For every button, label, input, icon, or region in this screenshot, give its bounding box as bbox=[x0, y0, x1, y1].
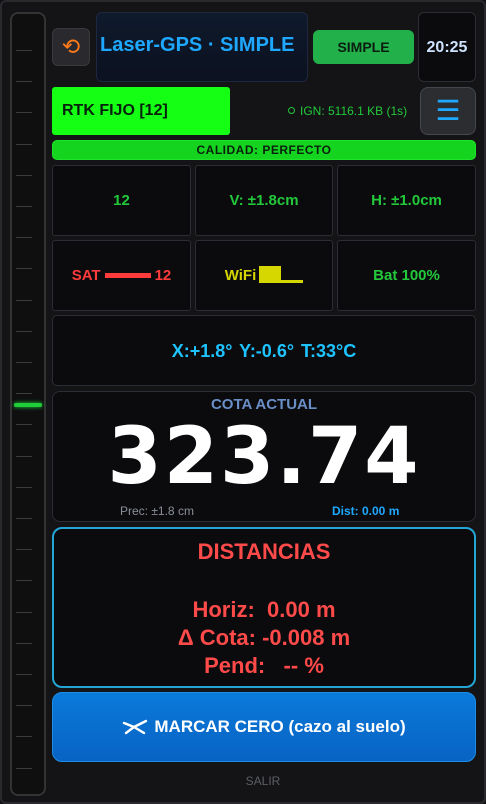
vertical-precision-cell: V: ±1.8cm bbox=[195, 165, 333, 236]
sat-value: 12 bbox=[154, 267, 172, 284]
gauge-tick bbox=[16, 674, 32, 675]
gauge-tick bbox=[16, 206, 32, 207]
exit-link[interactable]: SALIR bbox=[0, 774, 486, 788]
rtk-status-badge: RTK FIJO [12] bbox=[52, 87, 230, 135]
cota-precision: Prec: ±1.8 cm bbox=[120, 504, 194, 518]
clock: 20:25 bbox=[418, 12, 476, 82]
battery-cell: Bat 100% bbox=[337, 240, 476, 311]
gauge-tick bbox=[16, 424, 32, 426]
gauge-tick bbox=[16, 393, 32, 395]
gauge-tick bbox=[16, 81, 32, 83]
cota-panel: COTA ACTUAL 323.74 Prec: ±1.8 cm Dist: 0… bbox=[52, 391, 476, 522]
vertical-precision: V: ±1.8cm bbox=[229, 192, 299, 209]
gauge-tick bbox=[16, 330, 32, 332]
horizontal-distance: Horiz: 0.00 m bbox=[192, 597, 336, 622]
wifi-cell: WiFi bbox=[195, 240, 333, 311]
menu-button[interactable]: ☰ bbox=[420, 87, 476, 135]
ign-text: IGN: 5116.1 KB (1s) bbox=[300, 104, 408, 118]
gauge-tick bbox=[16, 112, 32, 114]
tilt-readout: X:+1.8° Y:-0.6° T:33°C bbox=[52, 315, 476, 386]
cota-distance: Dist: 0.00 m bbox=[332, 504, 400, 518]
level-gauge bbox=[10, 12, 46, 796]
quality-bar: CALIDAD: PERFECTO bbox=[52, 140, 476, 160]
gauge-tick bbox=[16, 50, 32, 51]
sat-signal-cell: SAT 12 bbox=[52, 240, 191, 311]
sat-label: SAT bbox=[71, 267, 101, 284]
gauge-tick bbox=[16, 143, 32, 145]
gauge-tick bbox=[16, 299, 32, 301]
wifi-signal-empty bbox=[281, 280, 304, 283]
gauge-tick bbox=[16, 174, 32, 176]
gauge-tick bbox=[16, 237, 32, 239]
cota-value: 323.74 bbox=[107, 412, 421, 502]
gauge-tick bbox=[16, 268, 32, 270]
gauge-tick bbox=[16, 486, 32, 488]
gauge-tick bbox=[16, 518, 32, 519]
hamburger-menu-icon: ☰ bbox=[435, 95, 461, 126]
wifi-label: WiFi bbox=[224, 267, 257, 284]
slope: Pend: -- % bbox=[204, 653, 324, 678]
delta-cota: Δ Cota: -0.008 m bbox=[177, 625, 351, 650]
gauge-tick bbox=[16, 705, 32, 707]
gauge-tick bbox=[16, 767, 32, 769]
refresh-icon: ⟲ bbox=[61, 34, 81, 59]
wifi-signal-icon bbox=[259, 266, 282, 283]
ign-status: IGN: 5116.1 KB (1s) bbox=[288, 104, 407, 118]
satellites-cell: 12 bbox=[52, 165, 191, 236]
gauge-tick bbox=[16, 362, 32, 363]
mode-button[interactable]: SIMPLE bbox=[313, 30, 414, 64]
excavator-bucket-icon bbox=[123, 719, 148, 735]
gauge-tick bbox=[16, 611, 32, 613]
mark-zero-label: MARCAR CERO (cazo al suelo) bbox=[154, 717, 406, 736]
level-indicator bbox=[14, 403, 42, 407]
battery-level: Bat 100% bbox=[373, 267, 440, 284]
distances-panel: DISTANCIAS Horiz: 0.00 m Δ Cota: -0.008 … bbox=[52, 527, 476, 688]
satellites-count: 12 bbox=[113, 192, 130, 209]
gauge-tick bbox=[16, 455, 32, 457]
sat-signal-bar bbox=[104, 273, 151, 278]
gauge-tick bbox=[16, 580, 32, 582]
cota-label: COTA ACTUAL bbox=[210, 396, 318, 413]
status-dot-icon bbox=[288, 107, 295, 114]
gauge-tick bbox=[16, 549, 32, 551]
reset-button[interactable]: ⟲ bbox=[52, 28, 90, 66]
distances-title: DISTANCIAS bbox=[197, 539, 331, 564]
gauge-tick bbox=[16, 736, 32, 738]
mark-zero-button[interactable]: MARCAR CERO (cazo al suelo) bbox=[52, 692, 476, 762]
horizontal-precision-cell: H: ±1.0cm bbox=[337, 165, 476, 236]
gauge-tick bbox=[16, 642, 32, 644]
app-title: Laser-GPS · SIMPLE bbox=[100, 34, 295, 56]
horizontal-precision: H: ±1.0cm bbox=[371, 192, 442, 209]
